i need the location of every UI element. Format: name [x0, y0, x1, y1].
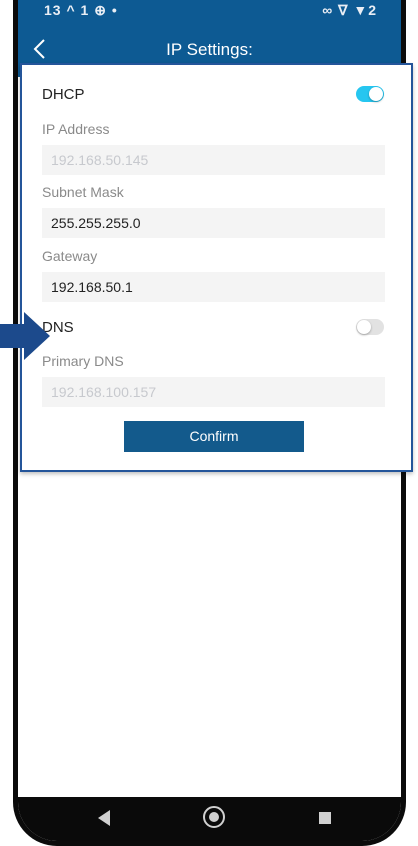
nav-recents-icon[interactable]: [319, 812, 331, 824]
toggle-knob: [357, 320, 371, 334]
android-nav-bar: [18, 797, 401, 841]
ip-address-label: IP Address: [42, 121, 110, 137]
dhcp-label: DHCP: [42, 86, 85, 103]
primary-dns-field[interactable]: 192.168.100.157: [42, 377, 385, 407]
toggle-knob: [369, 87, 383, 101]
status-left: 13 ^ 1 ⊕ •: [44, 2, 118, 18]
gateway-label: Gateway: [42, 248, 98, 264]
chevron-left-icon: [33, 39, 45, 59]
status-bar: 13 ^ 1 ⊕ • ∞ ∇ ▼2: [18, 0, 401, 22]
status-right: ∞ ∇ ▼2: [322, 2, 377, 18]
nav-home-icon[interactable]: [203, 806, 225, 828]
ip-address-field[interactable]: 192.168.50.145: [42, 145, 385, 175]
subnet-mask-field[interactable]: 255.255.255.0: [42, 208, 385, 238]
ip-settings-panel: DHCP IP Address 192.168.50.145 Subnet Ma…: [20, 63, 413, 472]
dhcp-toggle[interactable]: [356, 86, 384, 102]
subnet-mask-label: Subnet Mask: [42, 184, 124, 200]
gateway-field[interactable]: 192.168.50.1: [42, 272, 385, 302]
annotation-arrow-icon: [0, 312, 50, 360]
confirm-button[interactable]: Confirm: [124, 421, 304, 452]
dns-toggle[interactable]: [356, 319, 384, 335]
nav-back-icon[interactable]: [98, 810, 110, 826]
